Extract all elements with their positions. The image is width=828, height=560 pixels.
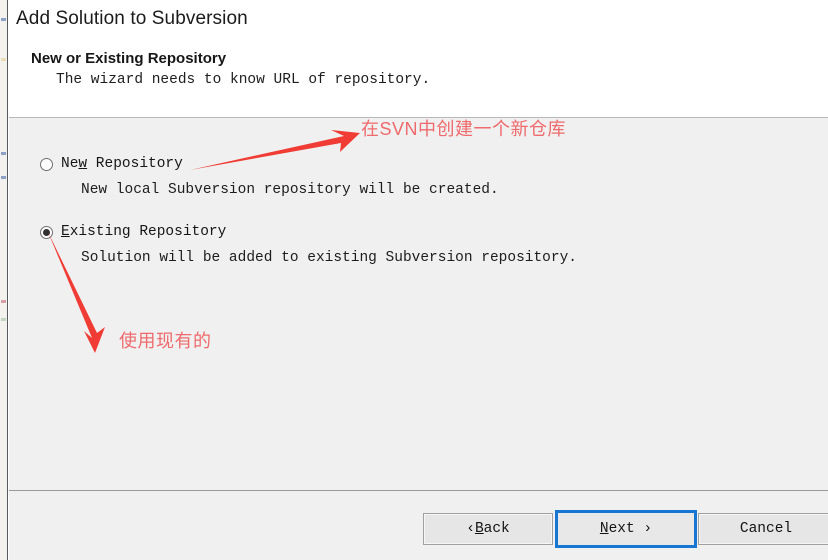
background-fleck [1,300,6,303]
description-existing-repository: Solution will be added to existing Subve… [81,250,577,266]
radio-new-repository[interactable] [40,157,53,171]
back-button[interactable]: ‹ Back [423,513,553,545]
dialog-title: Add Solution to Subversion [16,8,248,29]
annotation-new-repository: 在SVN中创建一个新仓库 [361,119,567,139]
page-heading: New or Existing Repository [31,50,227,67]
background-fleck [1,152,6,155]
radio-row-new-repository[interactable]: New Repository [40,155,499,173]
background-fleck [1,58,6,61]
cancel-button[interactable]: Cancel [698,513,828,545]
radio-row-existing-repository[interactable]: Existing Repository [40,223,577,241]
dialog-header: Add Solution to Subversion New or Existi… [9,0,828,118]
background-fleck [1,176,6,179]
radio-existing-repository[interactable] [40,225,53,239]
option-new-repository[interactable]: New Repository New local Subversion repo… [40,155,499,198]
background-fleck [1,18,6,21]
background-window-sliver [0,0,8,560]
radio-label-existing-repository: Existing Repository [61,224,227,240]
next-button[interactable]: Next › [555,510,697,548]
page-subtext: The wizard needs to know URL of reposito… [56,72,431,88]
add-solution-to-subversion-dialog: Add Solution to Subversion New or Existi… [9,0,828,560]
description-new-repository: New local Subversion repository will be … [81,182,499,198]
option-existing-repository[interactable]: Existing Repository Solution will be add… [40,223,577,266]
background-fleck [1,318,6,321]
dialog-footer: ‹ Back Next › Cancel [9,490,828,560]
annotation-existing-repository: 使用现有的 [119,331,212,351]
dialog-body: New Repository New local Subversion repo… [9,118,828,490]
radio-label-new-repository: New Repository [61,156,183,172]
